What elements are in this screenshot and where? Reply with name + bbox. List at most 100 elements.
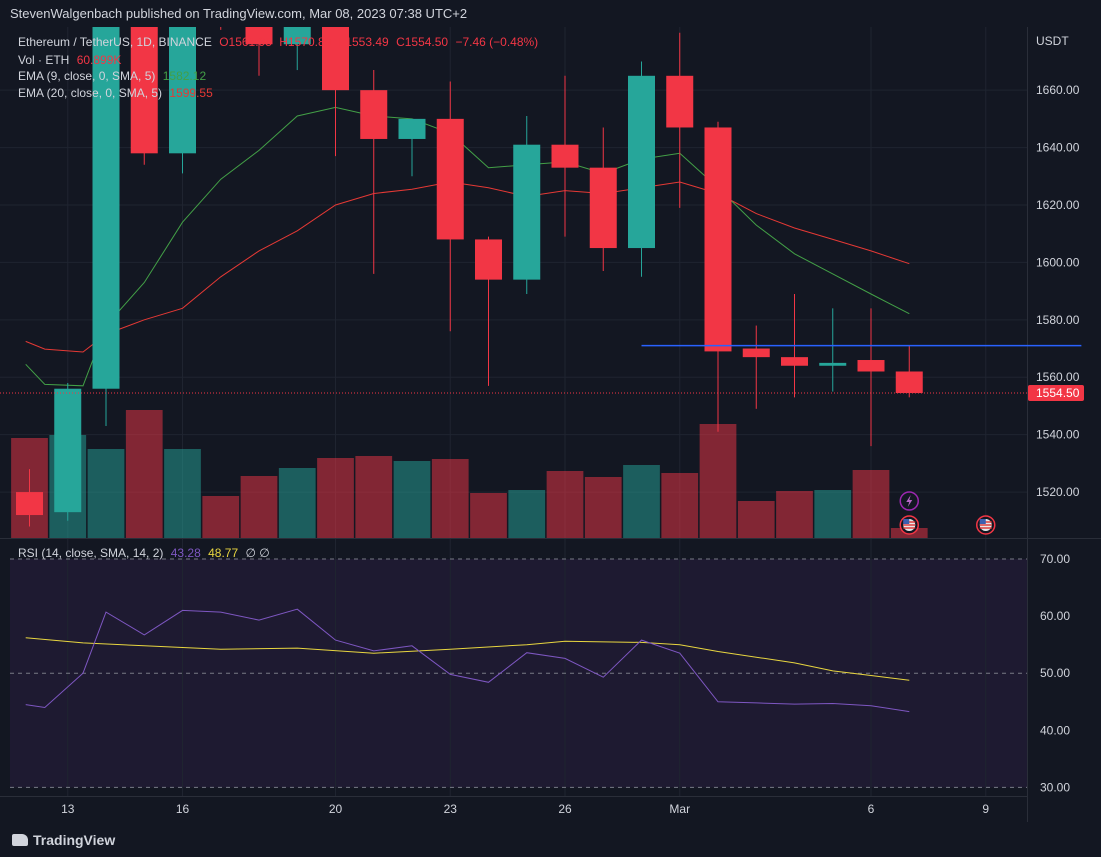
- volume-bar: [737, 501, 775, 538]
- time-tick-label: 26: [558, 802, 572, 816]
- time-tick-label: 13: [61, 802, 75, 816]
- price-tick-label: 1580.00: [1036, 313, 1080, 327]
- tradingview-logo-icon: [12, 834, 28, 846]
- candle: [54, 382, 82, 521]
- flag-stripe: [903, 527, 916, 529]
- lightning-icon: [899, 491, 919, 511]
- time-tick-label: 9: [982, 802, 989, 816]
- rsi-sma-value: 48.77: [208, 546, 239, 560]
- us-flag-icon: [899, 515, 919, 535]
- volume-bar: [699, 424, 737, 538]
- candle-body: [513, 144, 541, 280]
- volume-bar: [776, 491, 813, 538]
- chart-canvas[interactable]: USDT 1520.00 1540.00 1560.00 1580.00 1600.00 1…: [0, 0, 1101, 857]
- price-axis-unit: USDT: [1036, 34, 1069, 48]
- volume-bar: [852, 470, 890, 538]
- candle-body: [54, 388, 82, 513]
- candle-body: [704, 127, 732, 352]
- price-tick-label: 1660.00: [1036, 83, 1080, 97]
- time-tick-label: Mar: [669, 802, 690, 816]
- ema9-legend[interactable]: EMA (9, close, 0, SMA, 5) 1582.12: [18, 69, 210, 83]
- ohlc-high: H1570.89: [279, 35, 332, 49]
- candle-body: [857, 360, 885, 372]
- rsi-tick-label: 70.00: [1040, 552, 1070, 566]
- ohlc-open: O1561.95: [219, 35, 272, 49]
- candle-body: [475, 239, 502, 280]
- candle-body: [589, 167, 617, 249]
- candle-body: [628, 75, 655, 249]
- ema9-label: EMA (9, close, 0, SMA, 5): [18, 69, 156, 83]
- candle-body: [819, 362, 847, 366]
- rsi-value: 43.28: [170, 546, 201, 560]
- volume-bar: [125, 410, 163, 538]
- candle-body: [666, 75, 694, 128]
- volume-bar: [355, 456, 393, 538]
- flag-stripe: [979, 527, 992, 529]
- rsi-tick-label: 30.00: [1040, 780, 1070, 794]
- ema20-label: EMA (20, close, 0, SMA, 5): [18, 86, 163, 100]
- candle-body: [16, 492, 43, 516]
- rsi-tick-label: 60.00: [1040, 609, 1070, 623]
- volume-bar: [240, 476, 278, 538]
- volume-bar: [87, 449, 125, 538]
- volume-legend[interactable]: Vol · ETH 60.899K: [18, 53, 125, 67]
- us-flag-icon: [976, 515, 996, 535]
- volume-bar: [623, 465, 660, 538]
- rsi-legend[interactable]: RSI (14, close, SMA, 14, 2) 43.28 48.77 …: [18, 546, 274, 560]
- time-tick-label: 20: [329, 802, 343, 816]
- volume-bar: [202, 496, 240, 538]
- flag-stripe: [979, 524, 992, 526]
- symbol-legend[interactable]: Ethereum / TetherUS, 1D, BINANCE O1561.9…: [18, 35, 542, 49]
- volume-bar: [164, 449, 201, 538]
- volume-value: 60.899K: [76, 53, 122, 67]
- time-tick-label: 23: [444, 802, 458, 816]
- price-tick-label: 1620.00: [1036, 198, 1080, 212]
- price-tick-label: 1520.00: [1036, 485, 1080, 499]
- ema20-value: 1599.55: [169, 86, 213, 100]
- footer-bar: [0, 827, 1101, 857]
- last-price-label: 1554.50: [1036, 386, 1080, 400]
- ohlc-low: L1553.49: [338, 35, 389, 49]
- brand-name: TradingView: [33, 832, 116, 848]
- volume-bar: [584, 477, 622, 538]
- ema9-value: 1582.12: [162, 69, 207, 83]
- rsi-label: RSI (14, close, SMA, 14, 2): [18, 546, 164, 560]
- volume-label: Vol · ETH: [18, 53, 70, 67]
- candle-body: [360, 90, 388, 139]
- candle-body: [781, 357, 808, 366]
- volume-bar: [431, 459, 469, 538]
- tradingview-logo[interactable]: TradingView: [12, 832, 115, 848]
- time-tick-label: 16: [176, 802, 190, 816]
- price-tick-label: 1560.00: [1036, 370, 1080, 384]
- volume-bar: [278, 468, 316, 538]
- candle: [628, 61, 655, 277]
- rsi-tick-label: 40.00: [1040, 723, 1070, 737]
- volume-bar: [661, 473, 699, 538]
- candle-body: [436, 118, 464, 240]
- candle-body: [895, 371, 923, 394]
- candle-body: [551, 144, 579, 168]
- price-change: −7.46 (−0.48%): [455, 35, 539, 49]
- price-tick-label: 1540.00: [1036, 428, 1080, 442]
- price-tick-label: 1640.00: [1036, 141, 1080, 155]
- ohlc-close: C1554.50: [396, 35, 449, 49]
- volume-bar: [317, 458, 354, 538]
- time-tick-label: 6: [868, 802, 875, 816]
- volume-bar: [546, 471, 584, 538]
- flag-stripe: [903, 524, 916, 526]
- volume-bar: [814, 490, 852, 538]
- volume-bar: [470, 493, 507, 538]
- ema20-legend[interactable]: EMA (20, close, 0, SMA, 5) 1599.55: [18, 86, 217, 100]
- candle-body: [742, 348, 770, 358]
- publish-text: StevenWalgenbach published on TradingVie…: [10, 6, 468, 21]
- volume-bar: [393, 461, 431, 538]
- rsi-tick-label: 50.00: [1040, 666, 1070, 680]
- flag-canton: [979, 519, 986, 524]
- symbol-title: Ethereum / TetherUS, 1D, BINANCE: [18, 35, 212, 49]
- candle-body: [398, 118, 426, 139]
- flag-canton: [903, 519, 910, 524]
- publish-header: StevenWalgenbach published on TradingVie…: [0, 0, 1101, 27]
- price-tick-label: 1600.00: [1036, 255, 1080, 269]
- volume-bar: [508, 490, 546, 538]
- rsi-extra: ∅ ∅: [245, 546, 270, 560]
